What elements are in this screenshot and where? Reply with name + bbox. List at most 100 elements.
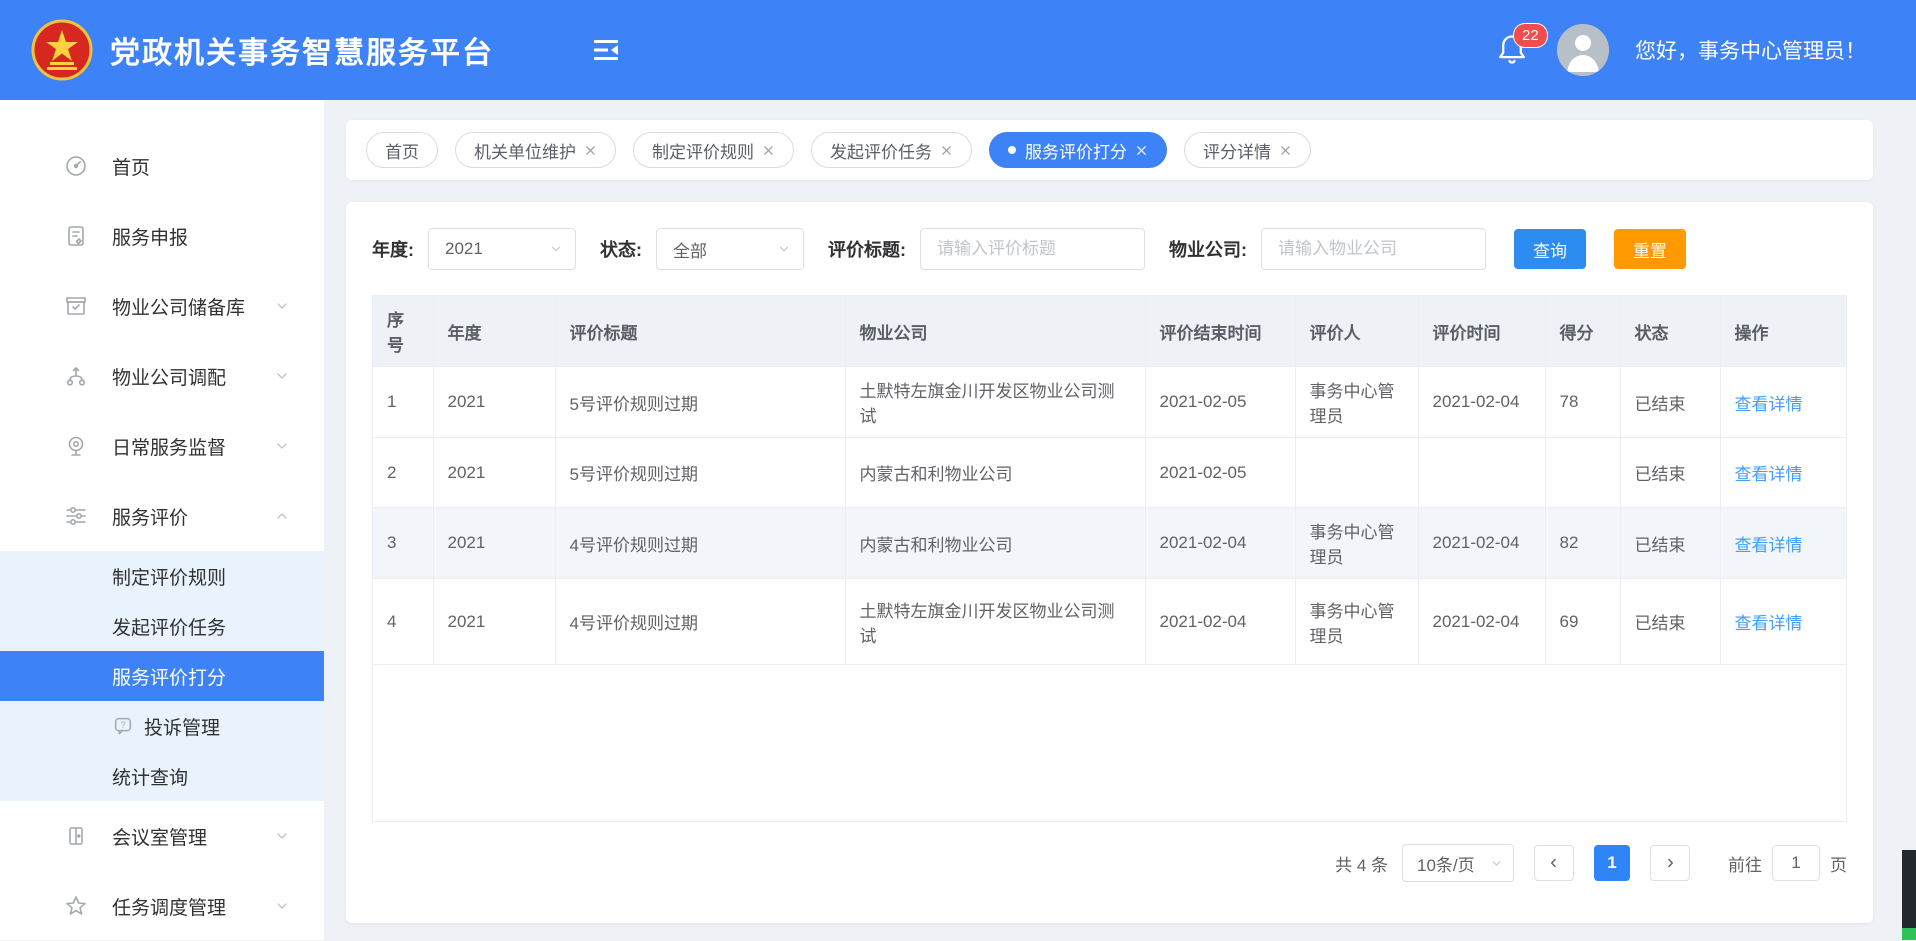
cell-year: 2021: [433, 508, 555, 579]
cell-status: 已结束: [1620, 367, 1720, 438]
notification-badge: 22: [1513, 23, 1548, 48]
tab-label: 发起评价任务: [830, 138, 932, 163]
cell-end-time: 2021-02-05: [1145, 367, 1295, 438]
app-header: 党政机关事务智慧服务平台 22 您好，事务中心管理员！: [0, 0, 1916, 100]
cell-eval-time: [1418, 438, 1545, 508]
status-select[interactable]: 全部: [656, 228, 804, 270]
cell-score: 78: [1545, 367, 1620, 438]
table-row: 1 2021 5号评价规则过期 土默特左旗金川开发区物业公司测试 2021-02…: [373, 367, 1846, 438]
tab-score-details[interactable]: 评分详情: [1184, 132, 1311, 168]
prev-page-button[interactable]: [1534, 845, 1574, 881]
tab-label: 机关单位维护: [474, 138, 576, 163]
tab-organ-unit-maintenance[interactable]: 机关单位维护: [455, 132, 616, 168]
sidebar-item-label: 物业公司调配: [112, 363, 274, 390]
chevron-down-icon: [549, 242, 563, 256]
national-emblem-icon: [30, 18, 94, 82]
close-icon[interactable]: [585, 144, 597, 156]
sidebar-item-property-allocation[interactable]: 物业公司调配: [0, 341, 324, 411]
cell-status: 已结束: [1620, 438, 1720, 508]
cell-company: 土默特左旗金川开发区物业公司测试: [845, 579, 1145, 665]
sidebar-item-service-declaration[interactable]: 服务申报: [0, 201, 324, 271]
next-page-button[interactable]: [1650, 845, 1690, 881]
goto-suffix: 页: [1830, 851, 1847, 876]
status-label: 状态:: [600, 236, 642, 262]
tab-launch-evaluation-task[interactable]: 发起评价任务: [811, 132, 972, 168]
status-select-value: 全部: [673, 237, 707, 262]
monitor-icon: [64, 434, 88, 458]
page-size-select[interactable]: 10条/页: [1402, 844, 1514, 882]
sidebar: 首页 服务申报 物业公司储备库 物业公司调配: [0, 100, 324, 940]
sidebar-item-task-scheduling[interactable]: 任务调度管理: [0, 871, 324, 941]
sidebar-item-daily-supervision[interactable]: 日常服务监督: [0, 411, 324, 481]
cell-no: 2: [373, 438, 433, 508]
view-details-link[interactable]: 查看详情: [1735, 465, 1803, 484]
sidebar-item-property-reserve[interactable]: 物业公司储备库: [0, 271, 324, 341]
cell-eval-time: 2021-02-04: [1418, 508, 1545, 579]
tab-service-evaluation-scoring[interactable]: 服务评价打分: [989, 132, 1167, 168]
sidebar-item-label: 物业公司储备库: [112, 293, 274, 320]
reset-button[interactable]: 重置: [1614, 229, 1686, 269]
notification-bell[interactable]: 22: [1497, 31, 1531, 69]
evaluation-table: 序号 年度 评价标题 物业公司 评价结束时间 评价人 评价时间 得分 状态 操作: [372, 295, 1847, 822]
cell-score: 69: [1545, 579, 1620, 665]
table-row: 3 2021 4号评价规则过期 内蒙古和利物业公司 2021-02-04 事务中…: [373, 508, 1846, 579]
close-icon[interactable]: [763, 144, 775, 156]
tab-make-evaluation-rules[interactable]: 制定评价规则: [633, 132, 794, 168]
goto-page-input[interactable]: [1772, 845, 1820, 881]
sidebar-item-meeting-room[interactable]: 会议室管理: [0, 801, 324, 871]
svg-text:?: ?: [120, 720, 125, 730]
cell-score: [1545, 438, 1620, 508]
scrollbar-thumb[interactable]: [1902, 850, 1916, 940]
tab-label: 制定评价规则: [652, 138, 754, 163]
year-label: 年度:: [372, 236, 414, 262]
table-row: 2 2021 5号评价规则过期 内蒙古和利物业公司 2021-02-05 已结束…: [373, 438, 1846, 508]
pagination-total: 共 4 条: [1335, 851, 1388, 876]
year-select[interactable]: 2021: [428, 228, 576, 270]
close-icon[interactable]: [941, 144, 953, 156]
content-card: 年度: 2021 状态: 全部 评价标题: 物业公司: 查询 重置: [346, 202, 1873, 923]
year-select-value: 2021: [445, 239, 483, 259]
sidebar-item-label: 会议室管理: [112, 823, 274, 850]
sidebar-subitem-label: 统计查询: [112, 763, 188, 790]
cell-status: 已结束: [1620, 508, 1720, 579]
chevron-up-icon: [274, 508, 290, 524]
close-icon[interactable]: [1136, 144, 1148, 156]
search-button[interactable]: 查询: [1514, 229, 1586, 269]
main-content: 首页 机关单位维护 制定评价规则 发起评价任务 服务评价打分: [324, 100, 1916, 940]
scrollbar-indicator: [1902, 928, 1916, 940]
property-company-input[interactable]: [1261, 228, 1486, 270]
sidebar-subitem-complaint-management[interactable]: ? 投诉管理: [0, 701, 324, 751]
cell-no: 1: [373, 367, 433, 438]
chevron-down-icon: [274, 898, 290, 914]
cell-evaluator: 事务中心管理员: [1295, 367, 1418, 438]
tab-home[interactable]: 首页: [366, 132, 438, 168]
close-icon[interactable]: [1280, 144, 1292, 156]
col-header-eval-time: 评价时间: [1418, 296, 1545, 367]
sidebar-item-home[interactable]: 首页: [0, 131, 324, 201]
star-icon: [64, 894, 88, 918]
sidebar-subitem-label: 投诉管理: [144, 713, 220, 740]
tab-label: 评分详情: [1203, 138, 1271, 163]
sidebar-subitem-statistics-query[interactable]: 统计查询: [0, 751, 324, 801]
menu-fold-icon[interactable]: [590, 35, 624, 65]
cell-evaluator: 事务中心管理员: [1295, 579, 1418, 665]
chevron-down-icon: [777, 242, 791, 256]
sidebar-item-label: 任务调度管理: [112, 893, 274, 920]
view-details-link[interactable]: 查看详情: [1735, 536, 1803, 555]
sidebar-subitem-launch-task[interactable]: 发起评价任务: [0, 601, 324, 651]
sidebar-subitem-label: 发起评价任务: [112, 613, 226, 640]
sidebar-subitem-make-rules[interactable]: 制定评价规则: [0, 551, 324, 601]
sidebar-item-service-evaluation[interactable]: 服务评价: [0, 481, 324, 551]
evaluation-title-input[interactable]: [920, 228, 1145, 270]
active-tab-dot-icon: [1008, 146, 1016, 154]
col-header-end-time: 评价结束时间: [1145, 296, 1295, 367]
view-details-link[interactable]: 查看详情: [1735, 395, 1803, 414]
cell-end-time: 2021-02-04: [1145, 579, 1295, 665]
cell-title: 5号评价规则过期: [555, 367, 845, 438]
cell-evaluator: 事务中心管理员: [1295, 508, 1418, 579]
sidebar-subitem-evaluation-scoring[interactable]: 服务评价打分: [0, 651, 324, 701]
cell-score: 82: [1545, 508, 1620, 579]
page-number-current[interactable]: 1: [1594, 845, 1630, 881]
avatar[interactable]: [1557, 24, 1609, 76]
view-details-link[interactable]: 查看详情: [1735, 614, 1803, 633]
